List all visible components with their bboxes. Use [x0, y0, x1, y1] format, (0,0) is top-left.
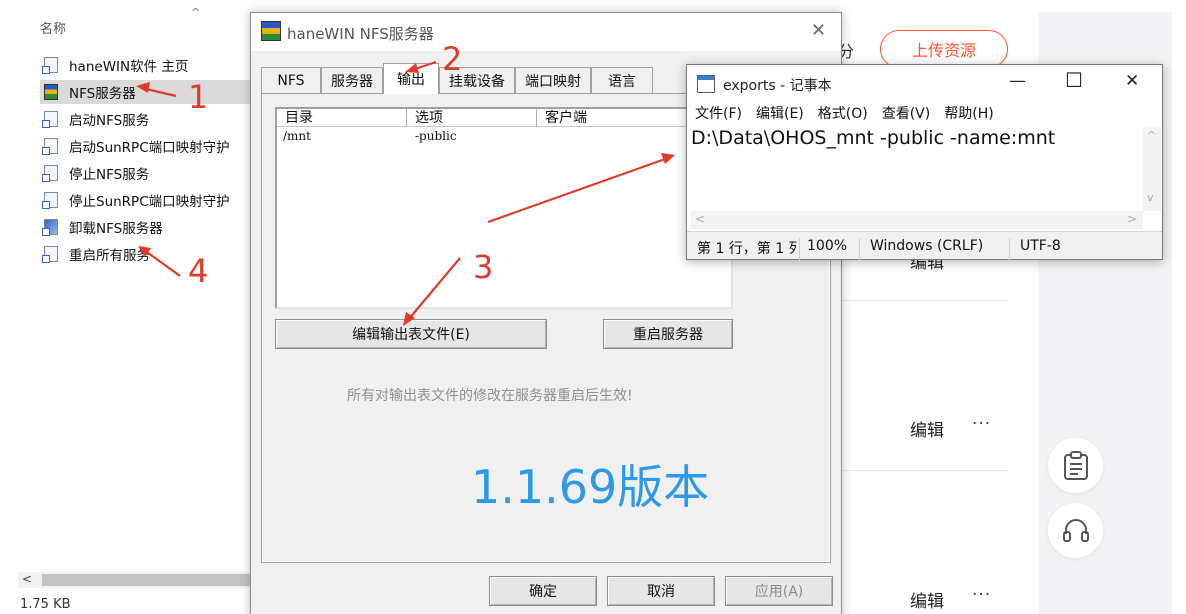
divider: [838, 300, 1008, 301]
column-header-directory[interactable]: 目录: [277, 109, 407, 127]
more-options-icon[interactable]: ···: [972, 585, 991, 605]
uninstall-icon: [42, 218, 62, 236]
horizontal-scrollbar[interactable]: < >: [691, 211, 1143, 229]
horizontal-scrollbar[interactable]: <: [18, 572, 258, 588]
notepad-text-area[interactable]: D:\Data\OHOS_mnt -public -name:mnt: [691, 127, 1055, 149]
nfs-server-icon: [42, 83, 62, 101]
edit-link[interactable]: 编辑: [910, 587, 944, 612]
tab-port-mapping[interactable]: 端口映射: [515, 67, 591, 93]
list-item-stop-sunrpc[interactable]: 停止SunRPC端口映射守护: [40, 188, 255, 212]
maximize-icon[interactable]: ☐: [1065, 68, 1083, 92]
list-item-label: 启动NFS服务: [69, 113, 150, 129]
shortcut-icon: [42, 191, 62, 209]
chevron-left-icon[interactable]: <: [695, 212, 705, 226]
divider: [838, 470, 1008, 471]
tab-exports[interactable]: 输出: [383, 63, 439, 94]
shortcut-icon: [42, 137, 62, 155]
menu-file[interactable]: 文件(F): [695, 103, 742, 127]
list-item-start-sunrpc[interactable]: 启动SunRPC端口映射守护: [40, 134, 255, 158]
line-ending: Windows (CRLF): [870, 238, 984, 254]
export-directory-cell[interactable]: /mnt: [283, 129, 311, 143]
annotation-number-4: 4: [188, 252, 209, 290]
shortcut-icon: [42, 110, 62, 128]
clipboard-icon[interactable]: [1048, 438, 1103, 493]
zoom-level: 100%: [807, 238, 848, 254]
name-column-header[interactable]: 名称: [40, 18, 66, 37]
list-header: 目录 选项 客户端: [277, 109, 731, 127]
encoding: UTF-8: [1020, 238, 1061, 254]
status-separator: [1009, 238, 1010, 262]
chevron-down-icon[interactable]: v: [1147, 191, 1154, 204]
chevron-up-icon[interactable]: ^: [1147, 129, 1156, 142]
tab-language[interactable]: 语言: [591, 67, 653, 93]
nfs-app-icon: [261, 21, 281, 41]
list-item-label: haneWIN软件 主页: [69, 59, 189, 75]
shortcut-icon: [42, 164, 62, 182]
file-explorer-pane: 名称 ^ haneWIN软件 主页 NFS服务器 启动NFS服务 启动SunRP…: [0, 0, 260, 614]
version-annotation: 1.1.69版本: [471, 460, 710, 514]
list-item-uninstall-nfs[interactable]: 卸载NFS服务器: [40, 215, 255, 239]
chevron-right-icon[interactable]: >: [1127, 212, 1137, 226]
ok-button[interactable]: 确定: [489, 576, 597, 606]
restart-server-button[interactable]: 重启服务器: [603, 319, 733, 349]
list-item-label: 停止SunRPC端口映射守护: [69, 194, 230, 210]
upload-resource-button[interactable]: 上传资源: [880, 30, 1008, 68]
list-item-label: 启动SunRPC端口映射守护: [69, 140, 230, 156]
list-item-restart-all[interactable]: 重启所有服务: [40, 242, 255, 266]
cursor-position: 第 1 行，第 1 列: [697, 241, 797, 257]
shortcut-icon: [42, 245, 62, 263]
close-icon[interactable]: ✕: [811, 20, 826, 41]
exports-list[interactable]: 目录 选项 客户端 /mnt -public: [275, 107, 733, 309]
menu-help[interactable]: 帮助(H): [944, 103, 993, 127]
list-item-hanewin-homepage[interactable]: haneWIN软件 主页: [40, 53, 255, 77]
list-item-label: NFS服务器: [69, 86, 136, 102]
tab-nfs[interactable]: NFS: [261, 67, 321, 93]
export-options-cell[interactable]: -public: [415, 129, 457, 143]
notepad-window: exports - 记事本 — ☐ ✕ 文件(F) 编辑(E) 格式(O) 查看…: [686, 64, 1163, 262]
list-item-label: 卸载NFS服务器: [69, 221, 163, 237]
headset-icon[interactable]: [1048, 503, 1103, 558]
status-separator: [859, 238, 860, 262]
column-header-options[interactable]: 选项: [407, 109, 537, 127]
annotation-number-2: 2: [442, 40, 463, 78]
scrollbar-thumb[interactable]: [42, 574, 256, 586]
list-item-nfs-server[interactable]: NFS服务器: [40, 80, 255, 104]
menu-view[interactable]: 查看(V): [882, 103, 931, 127]
list-item-label: 重启所有服务: [69, 248, 150, 264]
cancel-button[interactable]: 取消: [607, 576, 715, 606]
vertical-scrollbar[interactable]: ^ v: [1143, 127, 1161, 211]
tab-server[interactable]: 服务器: [321, 67, 383, 93]
dialog-title: haneWIN NFS服务器: [287, 25, 434, 43]
status-separator: [799, 238, 800, 262]
list-item-label: 停止NFS服务: [69, 167, 150, 183]
apply-button[interactable]: 应用(A): [725, 576, 833, 606]
list-item-start-nfs[interactable]: 启动NFS服务: [40, 107, 255, 131]
close-icon[interactable]: ✕: [1125, 71, 1139, 91]
edit-exports-file-button[interactable]: 编辑输出表文件(E): [275, 319, 547, 349]
more-options-icon[interactable]: ···: [972, 414, 991, 434]
chevron-up-icon[interactable]: ^: [191, 6, 200, 19]
notepad-title: exports - 记事本: [723, 78, 832, 94]
notepad-menu-bar: 文件(F) 编辑(E) 格式(O) 查看(V) 帮助(H): [687, 103, 1162, 127]
dialog-title-bar[interactable]: haneWIN NFS服务器 ✕: [251, 13, 841, 51]
chevron-left-icon[interactable]: <: [22, 572, 32, 586]
minimize-icon[interactable]: —: [1009, 71, 1026, 91]
list-item-stop-nfs[interactable]: 停止NFS服务: [40, 161, 255, 185]
menu-format[interactable]: 格式(O): [818, 103, 868, 127]
selection-size-status: 1.75 KB: [20, 597, 71, 612]
shortcut-page-icon: [42, 56, 62, 74]
screenshot-root: 名称 ^ haneWIN软件 主页 NFS服务器 启动NFS服务 启动SunRP…: [0, 0, 1186, 614]
annotation-number-1: 1: [188, 78, 209, 116]
restart-notice-text: 所有对输出表文件的修改在服务器重启后生效!: [347, 388, 633, 404]
notepad-app-icon: [697, 75, 715, 93]
menu-edit[interactable]: 编辑(E): [756, 103, 804, 127]
annotation-number-3: 3: [473, 248, 494, 286]
edit-link[interactable]: 编辑: [910, 416, 944, 441]
notepad-status-bar: 第 1 行，第 1 列 100% Windows (CRLF) UTF-8: [687, 231, 1162, 262]
